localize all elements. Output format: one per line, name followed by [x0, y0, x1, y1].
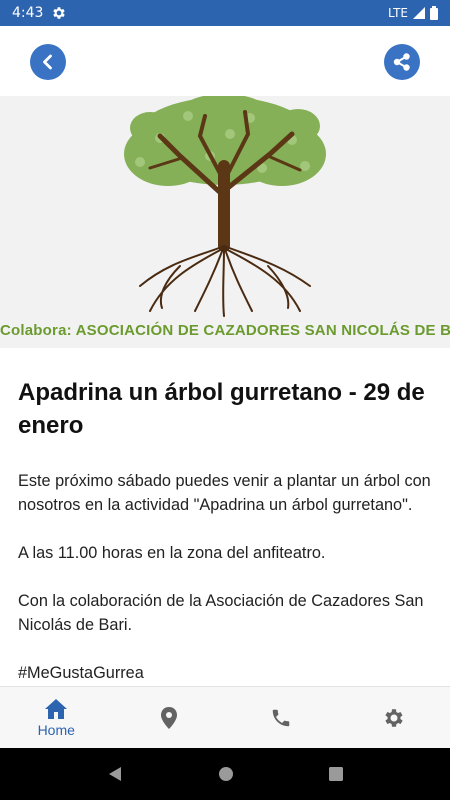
banner-caption: Colabora: ASOCIACIÓN DE CAZADORES SAN NI… — [0, 322, 450, 339]
article-paragraph: A las 11.00 horas en la zona del anfitea… — [18, 544, 326, 562]
article-hashtag: #MeGustaGurrea — [18, 664, 144, 682]
back-button[interactable] — [30, 44, 66, 80]
signal-icon — [413, 7, 425, 19]
tree-illustration — [124, 96, 326, 317]
article-content: Apadrina un árbol gurretano - 29 de ener… — [0, 348, 450, 686]
home-circle-icon[interactable] — [217, 765, 235, 783]
home-icon — [45, 698, 68, 719]
settings-icon — [385, 708, 403, 727]
nav-phone[interactable] — [225, 687, 338, 748]
map-pin-icon — [160, 706, 177, 729]
article-image: Colabora: ASOCIACIÓN DE CAZADORES SAN NI… — [0, 96, 450, 348]
nav-home[interactable]: Home — [0, 687, 113, 748]
status-bar: 4:43 LTE — [0, 0, 450, 26]
status-time: 4:43 — [12, 5, 44, 21]
network-label: LTE — [388, 6, 408, 20]
gear-icon — [53, 7, 66, 19]
top-bar — [0, 26, 450, 96]
nav-home-label: Home — [37, 721, 75, 738]
article-title: Apadrina un árbol gurretano - 29 de ener… — [18, 379, 425, 439]
article-body: Este próximo sábado puedes venir a plant… — [18, 469, 432, 685]
recents-square-icon[interactable] — [328, 766, 344, 782]
nav-settings[interactable] — [338, 687, 450, 748]
system-navigation-bar — [0, 748, 450, 800]
article-paragraph: Con la colaboración de la Asociación de … — [18, 592, 424, 634]
nav-location[interactable] — [113, 687, 226, 748]
chevron-left-icon — [43, 54, 52, 70]
share-button[interactable] — [384, 44, 420, 80]
back-triangle-icon[interactable] — [106, 765, 124, 783]
bottom-navigation: Home — [0, 686, 450, 748]
battery-icon — [430, 6, 438, 20]
share-icon — [393, 53, 410, 71]
article-paragraph: Este próximo sábado puedes venir a plant… — [18, 472, 431, 514]
phone-icon — [273, 709, 290, 726]
status-right: LTE — [388, 6, 438, 20]
